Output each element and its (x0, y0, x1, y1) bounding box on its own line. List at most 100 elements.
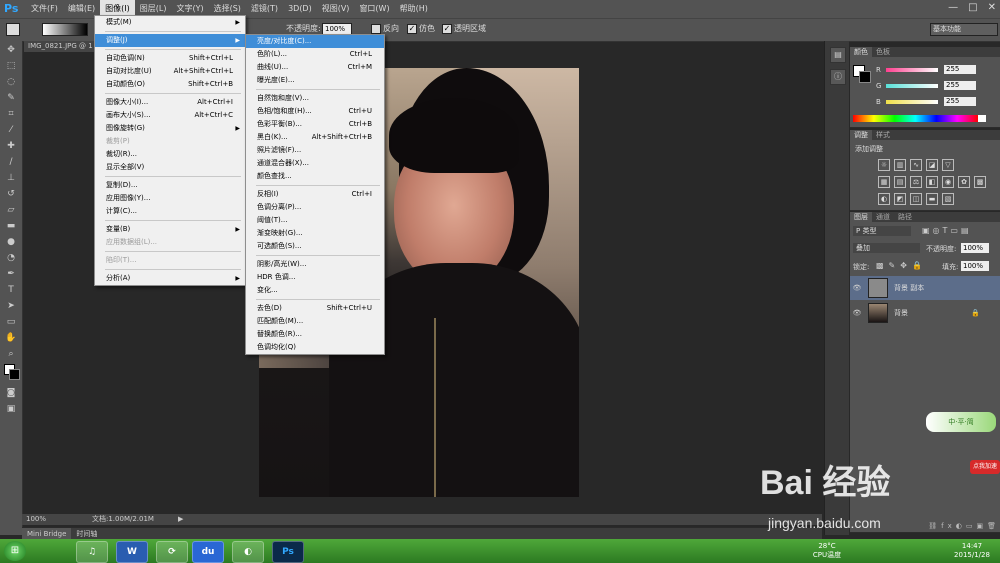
history-brush-tool-icon[interactable]: ↺ (4, 188, 18, 201)
shape-tool-icon[interactable]: ▭ (4, 316, 18, 329)
bw-adjust-icon[interactable]: ◧ (926, 176, 938, 188)
menu-item[interactable]: 黑白(K)... Alt+Shift+Ctrl+B (246, 131, 384, 144)
layer-row-background[interactable]: 👁 背景 🔒 (850, 301, 1000, 325)
close-icon[interactable]: ✕ (988, 2, 996, 13)
panel-background-swatch[interactable] (859, 71, 871, 83)
channel-r-slider[interactable] (886, 67, 938, 72)
channel-b-value[interactable]: 255 (944, 97, 976, 106)
exposure-adjust-icon[interactable]: ◪ (926, 159, 938, 171)
eyedropper-tool-icon[interactable]: ⁄ (4, 124, 18, 137)
layer-filter-icons[interactable]: ▣◎T▭▤ (922, 226, 972, 235)
spectrum-white-swatch[interactable] (978, 115, 986, 122)
taskbar-app-music-icon[interactable]: ♫ (76, 541, 108, 563)
menu-item[interactable]: 阈值(T)... (246, 214, 384, 227)
menu-item[interactable]: 替换颜色(R)... (246, 328, 384, 341)
start-button-icon[interactable]: ⊞ (4, 541, 26, 561)
lookup-adjust-icon[interactable]: ▩ (974, 176, 986, 188)
menu-item[interactable]: 色彩平衡(B)... Ctrl+B (246, 118, 384, 131)
blend-mode-select[interactable]: 叠加 (853, 243, 920, 253)
tray-clock[interactable]: 14:47 2015/1/28 (950, 542, 994, 560)
brush-tool-icon[interactable]: ∕ (4, 156, 18, 169)
pen-tool-icon[interactable]: ✒ (4, 268, 18, 281)
eraser-tool-icon[interactable]: ▱ (4, 204, 18, 217)
menu-item[interactable]: 色调分离(P)... (246, 201, 384, 214)
threshold-adjust-icon[interactable]: ◫ (910, 193, 922, 205)
zoom-level[interactable]: 100% (26, 514, 46, 525)
gradient-preview[interactable] (42, 23, 88, 36)
menu-help[interactable]: 帮助(H) (395, 0, 433, 18)
menu-item[interactable]: 照片滤镜(F)... (246, 144, 384, 157)
selective-color-adjust-icon[interactable]: ▧ (942, 193, 954, 205)
color-swatches[interactable] (4, 364, 20, 384)
menu-item[interactable]: 色调均化(Q) (246, 341, 384, 354)
gradient-tool-icon[interactable]: ▬ (4, 220, 18, 233)
background-color-swatch[interactable] (9, 369, 20, 380)
mixer-adjust-icon[interactable]: ✿ (958, 176, 970, 188)
channel-b-slider[interactable] (886, 99, 938, 104)
layer-name[interactable]: 背景 (894, 308, 908, 318)
invert-adjust-icon[interactable]: ◐ (878, 193, 890, 205)
channel-g-value[interactable]: 255 (944, 81, 976, 90)
move-tool-icon[interactable]: ✥ (4, 44, 18, 57)
quick-select-tool-icon[interactable]: ✎ (4, 92, 18, 105)
dither-checkbox[interactable]: ✓ (407, 24, 417, 34)
tab-adjustments[interactable]: 调整 (850, 130, 872, 140)
minimize-icon[interactable]: — (948, 2, 958, 13)
layer-name[interactable]: 背景 副本 (894, 283, 924, 293)
taskbar-app-browser-icon[interactable]: ◐ (232, 541, 264, 563)
color-spectrum-bar[interactable] (853, 115, 978, 122)
type-tool-icon[interactable]: T (4, 284, 18, 297)
menu-item[interactable]: 亮度/对比度(C)... (246, 35, 384, 48)
zoom-tool-icon[interactable]: ⌕ (4, 348, 18, 361)
properties-panel-icon[interactable]: ⓘ (830, 69, 846, 85)
menu-item[interactable]: 图像大小(I)... Alt+Ctrl+I (95, 96, 245, 109)
menu-item[interactable]: 可选颜色(S)... (246, 240, 384, 253)
menu-item[interactable]: 匹配颜色(M)... (246, 315, 384, 328)
blur-tool-icon[interactable]: ● (4, 236, 18, 249)
lock-icons[interactable]: ▩✎✥🔒 (876, 261, 927, 270)
menu-item[interactable]: 去色(D) Shift+Ctrl+U (246, 302, 384, 315)
brightness-adjust-icon[interactable]: ☼ (878, 159, 890, 171)
side-widget[interactable]: 中·平·简 (926, 412, 996, 432)
gradient-adjust-icon[interactable]: ▽ (942, 159, 954, 171)
quick-mask-icon[interactable]: ◙ (4, 387, 18, 400)
gradient-tool-icon[interactable] (6, 23, 20, 36)
layer-opacity-field[interactable]: 100% (961, 243, 989, 253)
menu-item[interactable]: 自动对比度(U) Alt+Shift+Ctrl+L (95, 65, 245, 78)
menu-item[interactable]: 画布大小(S)... Alt+Ctrl+C (95, 109, 245, 122)
menu-window[interactable]: 窗口(W) (354, 0, 394, 18)
taskbar-app-baidu-icon[interactable]: du (192, 541, 224, 563)
vibrance-adjust-icon[interactable]: ▦ (878, 176, 890, 188)
fill-field[interactable]: 100% (961, 261, 989, 271)
menu-item[interactable]: HDR 色调... (246, 271, 384, 284)
menu-3d[interactable]: 3D(D) (283, 0, 317, 18)
menu-item[interactable]: 颜色查找... (246, 170, 384, 183)
visibility-eye-icon[interactable]: 👁 (850, 309, 864, 317)
healing-tool-icon[interactable]: ✚ (4, 140, 18, 153)
channel-r-value[interactable]: 255 (944, 65, 976, 74)
tab-channels[interactable]: 通道 (872, 212, 894, 222)
menu-item[interactable]: 渐变映射(G)... (246, 227, 384, 240)
menu-item[interactable]: 复制(D)... (95, 179, 245, 192)
menu-item[interactable]: 自动颜色(O) Shift+Ctrl+B (95, 78, 245, 91)
status-menu-arrow-icon[interactable]: ▶ (178, 514, 183, 525)
menu-item[interactable]: 应用图像(Y)... (95, 192, 245, 205)
hand-tool-icon[interactable]: ✋ (4, 332, 18, 345)
menu-item[interactable]: 色相/饱和度(H)... Ctrl+U (246, 105, 384, 118)
tab-styles[interactable]: 样式 (872, 130, 894, 140)
menu-item[interactable]: 反相(I) Ctrl+I (246, 188, 384, 201)
levels-adjust-icon[interactable]: ▥ (894, 159, 906, 171)
tab-color[interactable]: 颜色 (850, 47, 872, 57)
menu-item[interactable]: 自然饱和度(V)... (246, 92, 384, 105)
menu-file[interactable]: 文件(F) (26, 0, 63, 18)
menu-item[interactable]: 色阶(L)... Ctrl+L (246, 48, 384, 61)
balance-adjust-icon[interactable]: ⚖ (910, 176, 922, 188)
workspace-switcher[interactable]: 基本功能 (930, 23, 998, 36)
maximize-icon[interactable]: □ (968, 2, 977, 13)
tab-paths[interactable]: 路径 (894, 212, 916, 222)
posterize-adjust-icon[interactable]: ◩ (894, 193, 906, 205)
menu-item[interactable]: 变量(B) ▶ (95, 223, 245, 236)
layer-kind-filter[interactable]: P 类型 (853, 226, 911, 236)
gradient-map-adjust-icon[interactable]: ▬ (926, 193, 938, 205)
crop-tool-icon[interactable]: ⌗ (4, 108, 18, 121)
